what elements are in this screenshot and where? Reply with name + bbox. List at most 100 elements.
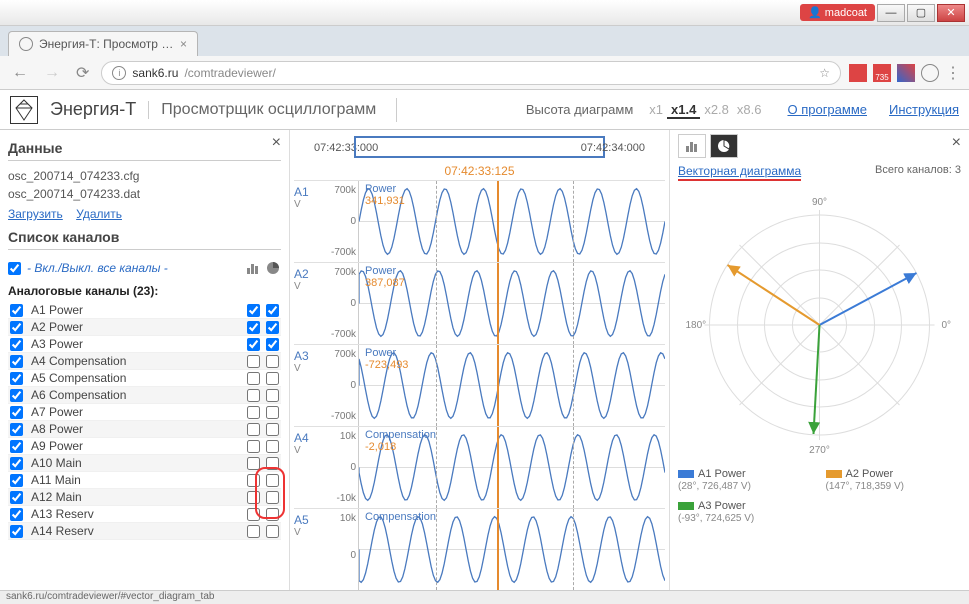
minimize-button[interactable]: —	[877, 4, 905, 22]
svg-text:270°: 270°	[809, 445, 830, 456]
cursor-line[interactable]	[497, 263, 499, 344]
chrome-user-badge[interactable]: 👤 madcoat	[800, 4, 875, 21]
manual-link[interactable]: Инструкция	[889, 102, 959, 117]
channel-visible-checkbox[interactable]	[10, 457, 23, 470]
wave-plot[interactable]: Power 387,087	[358, 263, 665, 344]
channel-vector-checkbox[interactable]	[266, 338, 279, 351]
menu-icon[interactable]: ⋮	[945, 63, 961, 83]
wave-plot[interactable]: Compensation -2,018	[358, 427, 665, 508]
channel-bars-checkbox[interactable]	[247, 525, 260, 538]
channel-vector-checkbox[interactable]	[266, 423, 279, 436]
tab-vector[interactable]	[710, 134, 738, 158]
tab-bars[interactable]	[678, 134, 706, 158]
channel-label: A5 Compensation	[31, 371, 241, 385]
channel-visible-checkbox[interactable]	[10, 372, 23, 385]
channel-visible-checkbox[interactable]	[10, 304, 23, 317]
channel-visible-checkbox[interactable]	[10, 525, 23, 538]
wave-plot[interactable]: Compensation	[358, 509, 665, 590]
toggle-all-label[interactable]: - Вкл./Выкл. все каналы -	[27, 261, 168, 275]
channel-vector-checkbox[interactable]	[266, 525, 279, 538]
url-host: sank6.ru	[132, 66, 178, 80]
vector-title[interactable]: Векторная диаграмма	[678, 164, 801, 181]
channel-bars-checkbox[interactable]	[247, 338, 260, 351]
cursor-line[interactable]	[497, 427, 499, 508]
ext-icon-2[interactable]	[897, 64, 915, 82]
channel-visible-checkbox[interactable]	[10, 321, 23, 334]
site-info-icon[interactable]: i	[112, 66, 126, 80]
channel-vector-checkbox[interactable]	[266, 304, 279, 317]
channel-visible-checkbox[interactable]	[10, 389, 23, 402]
zoom-x1.4[interactable]: x1.4	[667, 102, 700, 119]
channel-label: A9 Power	[31, 439, 241, 453]
cursor-line[interactable]	[497, 181, 499, 262]
channel-visible-checkbox[interactable]	[10, 423, 23, 436]
channel-bars-checkbox[interactable]	[247, 423, 260, 436]
legend-name: A1 Power	[698, 468, 746, 480]
channel-bars-checkbox[interactable]	[247, 355, 260, 368]
svg-text:90°: 90°	[812, 197, 827, 208]
forward-button[interactable]: →	[40, 64, 64, 82]
load-link[interactable]: Загрузить	[8, 207, 63, 221]
sidebar-close-icon[interactable]: ×	[272, 134, 281, 152]
cursor-line[interactable]	[497, 509, 499, 590]
channel-visible-checkbox[interactable]	[10, 406, 23, 419]
ext-icon-3[interactable]	[921, 64, 939, 82]
legend-item: A3 Power(-93°, 724,625 V)	[678, 500, 961, 524]
channel-bars-checkbox[interactable]	[247, 304, 260, 317]
ext-icon-1[interactable]	[849, 64, 867, 82]
timeline-bar[interactable]: 07:42:33:000 07:42:34:000	[294, 134, 665, 162]
back-button[interactable]: ←	[8, 64, 32, 82]
svg-text:0°: 0°	[942, 320, 952, 331]
wave-plot[interactable]: Power 341,931	[358, 181, 665, 262]
gmail-icon[interactable]: 735	[873, 64, 891, 82]
bars-icon[interactable]	[245, 260, 261, 276]
bookmark-icon[interactable]: ☆	[819, 66, 830, 80]
tab-close-icon[interactable]: ×	[180, 37, 187, 51]
channel-visible-checkbox[interactable]	[10, 355, 23, 368]
waveform-row: A2V 700k0-700k Power 387,087	[294, 262, 665, 344]
cursor-line[interactable]	[497, 345, 499, 426]
channel-vector-checkbox[interactable]	[266, 440, 279, 453]
zoom-x2.8[interactable]: x2.8	[700, 102, 733, 117]
channel-vector-checkbox[interactable]	[266, 474, 279, 487]
channel-bars-checkbox[interactable]	[247, 474, 260, 487]
channel-bars-checkbox[interactable]	[247, 457, 260, 470]
vector-close-icon[interactable]: ×	[952, 134, 961, 152]
channel-visible-checkbox[interactable]	[10, 508, 23, 521]
channel-vector-checkbox[interactable]	[266, 406, 279, 419]
close-button[interactable]: ✕	[937, 4, 965, 22]
reload-button[interactable]: ⟳	[72, 63, 93, 83]
zoom-x1[interactable]: x1	[645, 102, 667, 117]
toggle-all-checkbox[interactable]	[8, 262, 21, 275]
channel-bars-checkbox[interactable]	[247, 491, 260, 504]
wave-id: A5V	[294, 509, 318, 590]
channel-vector-checkbox[interactable]	[266, 355, 279, 368]
delete-link[interactable]: Удалить	[76, 207, 122, 221]
waveform-row: A4V 10k0-10k Compensation -2,018	[294, 426, 665, 508]
channel-vector-checkbox[interactable]	[266, 491, 279, 504]
address-bar: ← → ⟳ i sank6.ru/comtradeviewer/ ☆ 735 ⋮	[0, 56, 969, 90]
channel-vector-checkbox[interactable]	[266, 321, 279, 334]
channel-bars-checkbox[interactable]	[247, 406, 260, 419]
channel-visible-checkbox[interactable]	[10, 474, 23, 487]
timeline-window[interactable]	[354, 136, 605, 158]
channel-vector-checkbox[interactable]	[266, 508, 279, 521]
channel-visible-checkbox[interactable]	[10, 338, 23, 351]
channel-visible-checkbox[interactable]	[10, 491, 23, 504]
wave-plot[interactable]: Power -723,493	[358, 345, 665, 426]
maximize-button[interactable]: ▢	[907, 4, 935, 22]
channel-visible-checkbox[interactable]	[10, 440, 23, 453]
channel-bars-checkbox[interactable]	[247, 389, 260, 402]
channel-bars-checkbox[interactable]	[247, 372, 260, 385]
channel-vector-checkbox[interactable]	[266, 457, 279, 470]
url-input[interactable]: i sank6.ru/comtradeviewer/ ☆	[101, 61, 841, 85]
zoom-x8.6[interactable]: x8.6	[733, 102, 766, 117]
channel-vector-checkbox[interactable]	[266, 372, 279, 385]
channel-bars-checkbox[interactable]	[247, 440, 260, 453]
about-link[interactable]: О программе	[787, 102, 867, 117]
channel-bars-checkbox[interactable]	[247, 321, 260, 334]
channel-bars-checkbox[interactable]	[247, 508, 260, 521]
pie-icon[interactable]	[265, 260, 281, 276]
channel-vector-checkbox[interactable]	[266, 389, 279, 402]
browser-tab[interactable]: Энергия-Т: Просмотр о... ×	[8, 31, 198, 56]
